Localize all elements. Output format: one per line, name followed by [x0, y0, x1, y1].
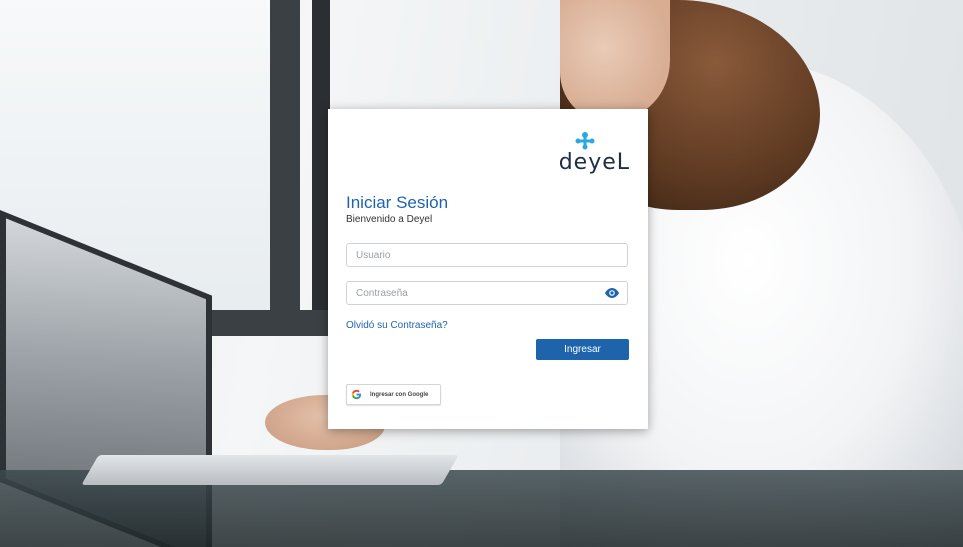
deyel-logo: deyeL — [530, 129, 630, 177]
welcome-subtitle: Bienvenido a Deyel — [346, 214, 433, 225]
username-field — [346, 243, 628, 267]
deyel-logo-text: deyeL — [558, 150, 630, 175]
person-face — [560, 0, 670, 120]
eye-icon[interactable] — [604, 287, 620, 299]
google-icon — [351, 389, 362, 400]
login-card: deyeL Iniciar Sesión Bienvenido a Deyel … — [328, 109, 648, 429]
forgot-password-link[interactable]: Olvidó su Contraseña? — [346, 320, 448, 331]
page-title: Iniciar Sesión — [346, 193, 449, 212]
google-login-button[interactable]: Ingresar con Google — [346, 384, 441, 405]
password-field — [346, 281, 628, 305]
login-button[interactable]: Ingresar — [536, 339, 629, 360]
window-frame — [270, 0, 300, 330]
username-input[interactable] — [347, 244, 596, 266]
google-login-label: Ingresar con Google — [370, 391, 429, 398]
password-input[interactable] — [347, 282, 596, 304]
laptop-keyboard — [81, 455, 459, 485]
